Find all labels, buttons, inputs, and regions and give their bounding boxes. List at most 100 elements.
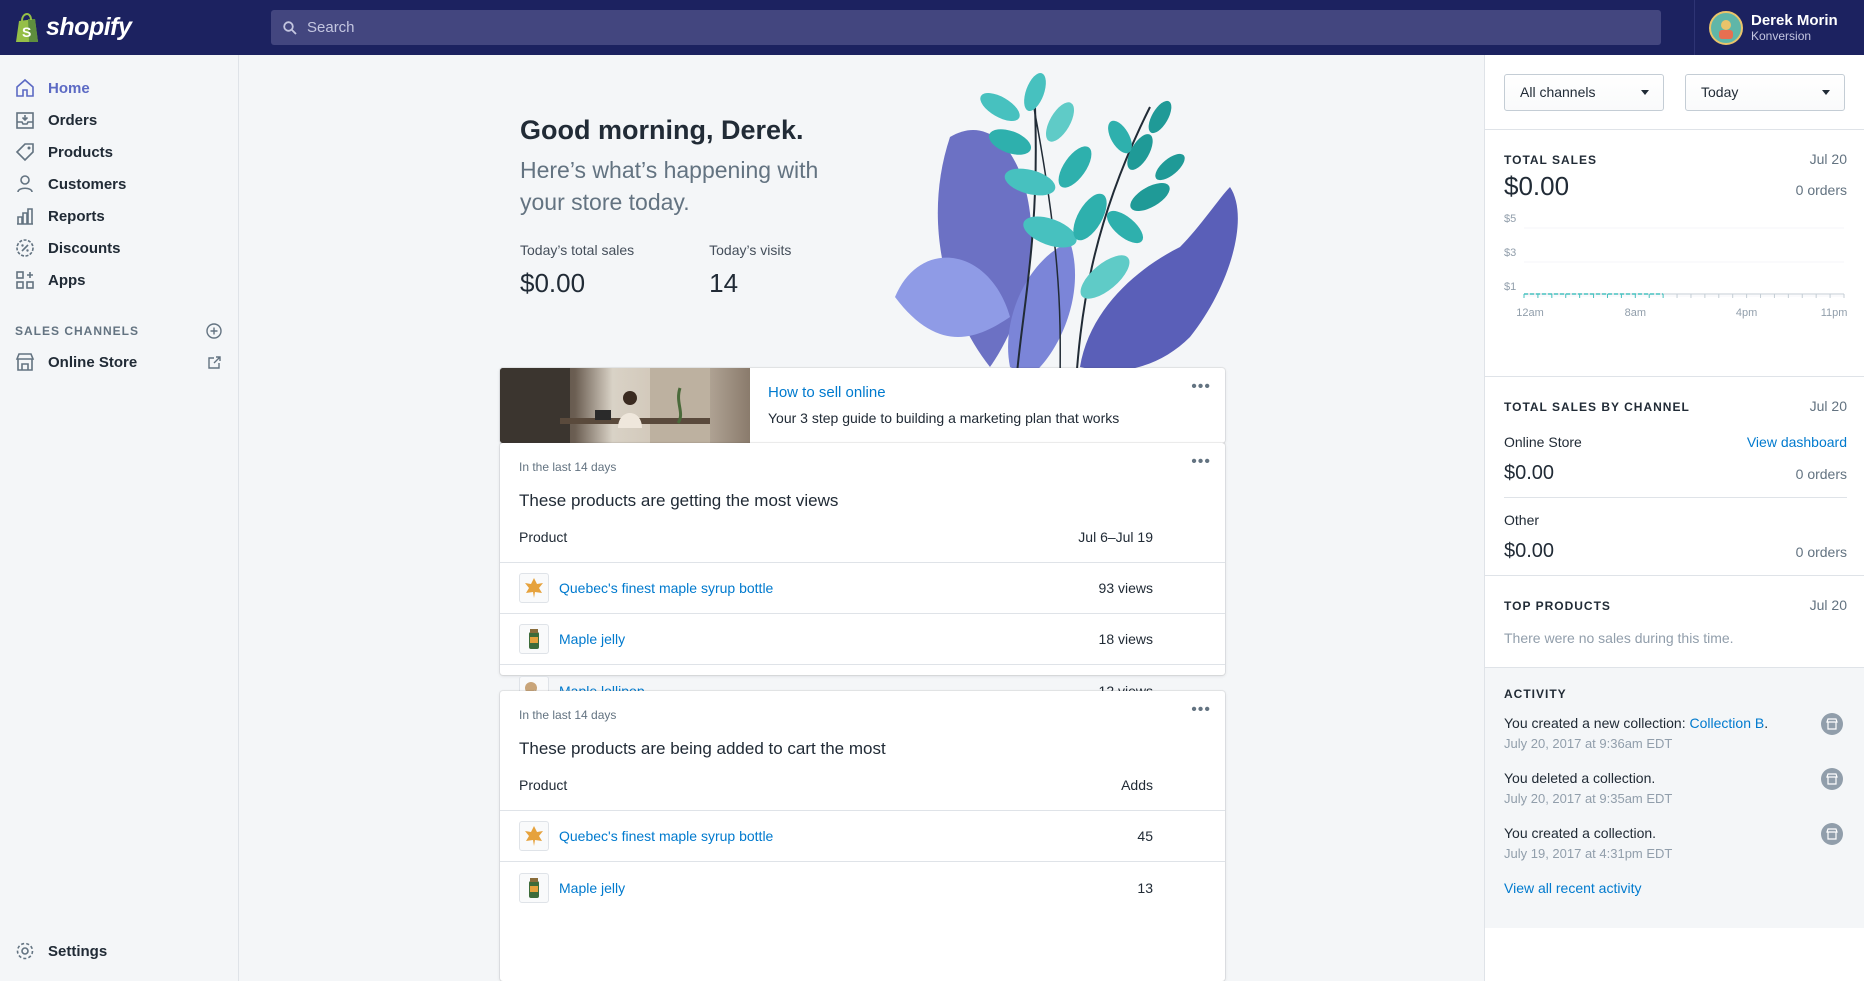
sidebar-item-label: Apps <box>48 271 86 289</box>
sales-chart: $5 $3 $1 12am 8am 4pm 11pm <box>1504 208 1847 348</box>
product-adds: 45 <box>1137 828 1153 844</box>
activity-text: You created a new collection: <box>1504 715 1690 731</box>
table-header: Product Adds <box>500 759 1225 811</box>
sidebar-item-discounts[interactable]: Discounts <box>0 232 238 264</box>
activity-time: July 19, 2017 at 4:31pm EDT <box>1504 846 1673 861</box>
empty-state-text: There were no sales during this time. <box>1504 630 1734 646</box>
more-actions-icon[interactable]: ••• <box>1191 701 1211 719</box>
chart-x-tick: 11pm <box>1821 307 1848 319</box>
today-sales-label: Today’s total sales <box>520 242 635 258</box>
more-actions-icon[interactable]: ••• <box>1191 378 1211 396</box>
caret-down-icon <box>1641 89 1649 95</box>
card-meta: In the last 14 days <box>519 460 617 474</box>
view-dashboard-link[interactable]: View dashboard <box>1747 434 1847 450</box>
sidebar-item-reports[interactable]: Reports <box>0 200 238 232</box>
activity-suffix: . <box>1764 715 1769 731</box>
sidebar-item-apps[interactable]: Apps <box>0 264 238 296</box>
sales-channels-heading: SALES CHANNELS <box>0 316 238 346</box>
tutorial-link[interactable]: How to sell online <box>768 384 1119 401</box>
external-link-icon[interactable] <box>207 355 222 370</box>
search-icon <box>283 20 297 35</box>
activity-time: July 20, 2017 at 9:36am EDT <box>1504 736 1673 751</box>
product-views: 93 views <box>1098 580 1153 596</box>
product-views: 18 views <box>1098 631 1153 647</box>
sidebar-item-label: Customers <box>48 175 127 193</box>
product-link[interactable]: Quebec's finest maple syrup bottle <box>559 580 773 596</box>
view-all-activity-link[interactable]: View all recent activity <box>1504 880 1845 896</box>
channel-row: Other $0.00 0 orders <box>1504 498 1847 575</box>
home-icon <box>14 77 36 99</box>
activity-text: You deleted a collection. <box>1504 770 1656 786</box>
column-product: Product <box>519 777 568 793</box>
table-row: Maple jelly 18 views <box>500 614 1225 665</box>
today-visits-value: 14 <box>709 268 739 298</box>
most-viewed-card: ••• In the last 14 days These products a… <box>500 443 1225 706</box>
channel-select-value: All channels <box>1520 84 1596 100</box>
more-actions-icon[interactable]: ••• <box>1191 453 1211 471</box>
date-select-value: Today <box>1701 84 1739 100</box>
product-link[interactable]: Quebec's finest maple syrup bottle <box>559 828 773 844</box>
store-activity-icon <box>1821 768 1843 790</box>
search-input[interactable]: Search <box>307 19 355 36</box>
total-sales-orders: 0 orders <box>1795 182 1847 198</box>
section-date: Jul 20 <box>1809 597 1847 613</box>
chart-y-tick: $3 <box>1504 247 1516 259</box>
shopify-logo[interactable]: S shopify <box>0 0 239 55</box>
store-activity-icon <box>1821 713 1843 735</box>
greeting: Good morning, Derek. <box>520 115 804 145</box>
chart-y-tick: $5 <box>1504 213 1516 225</box>
sidebar-item-products[interactable]: Products <box>0 136 238 168</box>
shopify-bag-icon: S <box>16 12 38 42</box>
today-visits-stat: Today’s visits 14 <box>709 242 791 299</box>
top-products-section: TOP PRODUCTS Jul 20 There were no sales … <box>1485 576 1864 668</box>
bar-chart-icon <box>14 205 36 227</box>
sidebar-item-home[interactable]: Home <box>0 72 238 104</box>
maple-jelly-thumbnail <box>519 872 549 903</box>
sidebar-item-orders[interactable]: Orders <box>0 104 238 136</box>
chart-x-tick: 12am <box>1516 307 1544 319</box>
chart-y-tick: $1 <box>1504 281 1516 293</box>
tutorial-image <box>500 368 750 443</box>
section-title: TOP PRODUCTS <box>1504 599 1611 613</box>
sidebar-item-customers[interactable]: Customers <box>0 168 238 200</box>
product-adds: 13 <box>1137 879 1153 896</box>
today-visits-label: Today’s visits <box>709 242 792 258</box>
channel-orders: 0 orders <box>1795 544 1847 560</box>
maple-syrup-thumbnail <box>519 821 549 851</box>
today-sales-stat: Today’s total sales $0.00 <box>520 242 634 299</box>
section-date: Jul 20 <box>1809 398 1847 414</box>
collection-link[interactable]: Collection B <box>1690 715 1765 731</box>
filter-bar: All channels Today <box>1485 55 1864 130</box>
date-select[interactable]: Today <box>1685 73 1845 111</box>
brand-name: shopify <box>46 13 132 41</box>
section-title: TOTAL SALES <box>1504 153 1598 167</box>
main-content: Good morning, Derek. Here’s what’s happe… <box>240 55 1484 981</box>
sales-by-channel-section: TOTAL SALES BY CHANNEL Jul 20 Online Sto… <box>1485 377 1864 576</box>
svg-text:S: S <box>22 24 31 40</box>
add-channel-icon[interactable] <box>206 323 222 339</box>
sidebar-item-label: Reports <box>48 207 105 225</box>
tutorial-card[interactable]: How to sell online Your 3 step guide to … <box>500 368 1225 443</box>
sidebar-item-label: Settings <box>48 942 108 960</box>
activity-section: ACTIVITY You created a new collection: C… <box>1485 668 1864 928</box>
sidebar-item-online-store[interactable]: Online Store <box>0 346 238 378</box>
channel-select[interactable]: All channels <box>1504 73 1664 111</box>
product-link[interactable]: Maple jelly <box>559 880 625 896</box>
store-activity-icon <box>1821 823 1843 845</box>
sidebar-item-label: Discounts <box>48 239 121 257</box>
avatar <box>1709 10 1743 45</box>
sidebar-item-label: Home <box>48 79 90 97</box>
product-link[interactable]: Maple jelly <box>559 631 625 647</box>
section-title: ACTIVITY <box>1504 687 1567 701</box>
user-name: Derek Morin <box>1751 11 1838 29</box>
chart-x-tick: 4pm <box>1736 307 1757 319</box>
channel-amount: $0.00 <box>1504 540 1555 562</box>
user-menu[interactable]: Derek Morin Konversion <box>1694 0 1864 55</box>
sidebar-item-settings[interactable]: Settings <box>0 935 238 967</box>
store-icon <box>14 351 36 373</box>
orders-icon <box>14 109 36 131</box>
total-sales-amount: $0.00 <box>1504 171 1570 201</box>
plant-illustration <box>895 72 1238 398</box>
search-bar[interactable]: Search <box>271 10 1661 45</box>
maple-syrup-thumbnail <box>519 573 549 603</box>
